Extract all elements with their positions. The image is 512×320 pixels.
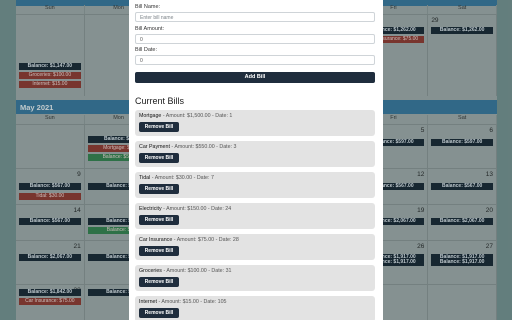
bill-details: - Amount: $15.00 - Date: 105: [156, 299, 227, 305]
bill-manager-panel: Bill Name: Enter bill name Bill Amount: …: [129, 0, 383, 320]
bill-name: Mortgage: [139, 113, 162, 119]
bill-details: - Amount: $150.00 - Date: 24: [161, 206, 232, 212]
remove-bill-button[interactable]: Remove Bill: [139, 246, 179, 256]
bill-amount-label: Bill Amount:: [135, 26, 165, 32]
bill-item: Groceries - Amount: $100.00 - Date: 31 R…: [135, 265, 375, 291]
bill-item: Car Insurance - Amount: $75.00 - Date: 2…: [135, 234, 375, 260]
bill-item: Car Payment - Amount: $550.00 - Date: 3 …: [135, 141, 375, 167]
bill-details: - Amount: $1,500.00 - Date: 1: [161, 113, 233, 119]
remove-bill-button[interactable]: Remove Bill: [139, 277, 179, 287]
bill-date-label: Bill Date:: [135, 47, 158, 53]
remove-bill-button[interactable]: Remove Bill: [139, 184, 179, 194]
bill-item: Electricity - Amount: $150.00 - Date: 24…: [135, 203, 375, 229]
remove-bill-button[interactable]: Remove Bill: [139, 153, 179, 163]
bill-details: - Amount: $75.00 - Date: 28: [172, 237, 239, 243]
remove-bill-button[interactable]: Remove Bill: [139, 215, 179, 225]
bill-date-input[interactable]: 0: [135, 55, 375, 65]
current-bills-title: Current Bills: [135, 96, 185, 106]
remove-bill-button[interactable]: Remove Bill: [139, 308, 179, 318]
bill-name: Tidal: [139, 175, 151, 181]
bill-name-input[interactable]: Enter bill name: [135, 12, 375, 22]
remove-bill-button[interactable]: Remove Bill: [139, 122, 179, 132]
bill-details: - Amount: $30.00 - Date: 7: [150, 175, 214, 181]
bill-name-label: Bill Name:: [135, 4, 161, 10]
bill-amount-input[interactable]: 0: [135, 34, 375, 44]
bill-name: Car Insurance: [139, 237, 173, 243]
bill-details: - Amount: $550.00 - Date: 3: [169, 144, 237, 150]
bill-name: Car Payment: [139, 144, 170, 150]
bill-name: Groceries: [139, 268, 162, 274]
bill-item: Mortgage - Amount: $1,500.00 - Date: 1 R…: [135, 110, 375, 136]
bill-item: Internet - Amount: $15.00 - Date: 105 Re…: [135, 296, 375, 320]
add-bill-button[interactable]: Add Bill: [135, 72, 375, 83]
bill-name: Electricity: [139, 206, 162, 212]
bill-details: - Amount: $100.00 - Date: 31: [161, 268, 232, 274]
bill-name: Internet: [139, 299, 157, 305]
bill-item: Tidal - Amount: $30.00 - Date: 7 Remove …: [135, 172, 375, 198]
